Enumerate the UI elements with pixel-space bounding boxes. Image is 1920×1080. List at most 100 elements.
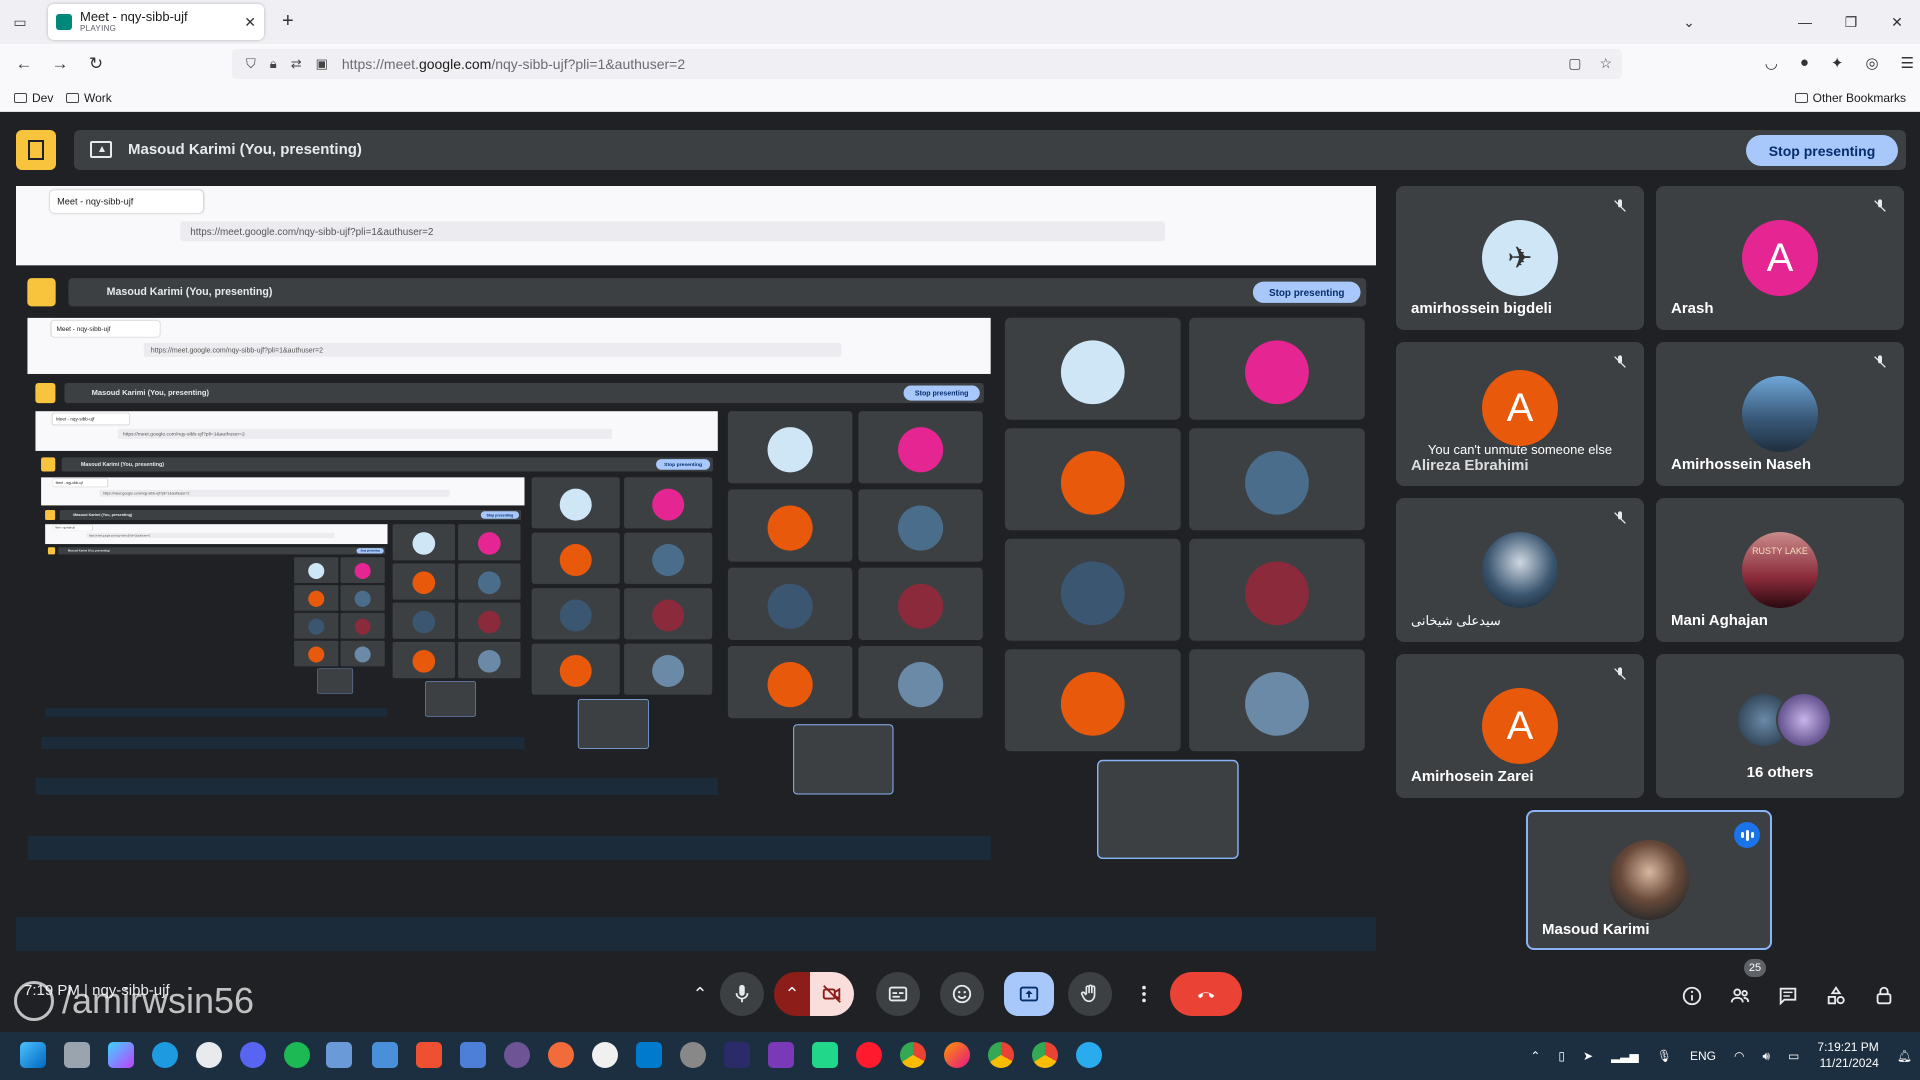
- people-icon[interactable]: [1724, 980, 1756, 1012]
- discord-icon[interactable]: [240, 1042, 266, 1068]
- notepad-icon[interactable]: [372, 1042, 398, 1068]
- other-bookmarks[interactable]: Other Bookmarks: [1794, 91, 1906, 105]
- bookmark-folder-dev[interactable]: Dev: [14, 91, 53, 105]
- files-icon[interactable]: [326, 1042, 352, 1068]
- bookmark-star-icon[interactable]: ☆: [1599, 55, 1612, 72]
- new-tab-icon[interactable]: +: [282, 10, 294, 33]
- present-screen-button[interactable]: [1004, 972, 1054, 1016]
- chart-app-icon[interactable]: [460, 1042, 486, 1068]
- nested-avatar: [412, 532, 436, 555]
- restore-icon[interactable]: ❐: [1828, 14, 1874, 31]
- activities-icon[interactable]: [1820, 980, 1852, 1012]
- nested-participant-tile: [458, 602, 521, 639]
- host-controls-lock-icon[interactable]: [1868, 980, 1900, 1012]
- close-window-icon[interactable]: ✕: [1874, 14, 1920, 31]
- wifi-icon[interactable]: ◠: [1734, 1049, 1744, 1063]
- nested-scale: Meet - nqy-sibb-ujf https://meet.google.c…: [35, 411, 718, 796]
- lock-icon[interactable]: 🔒︎: [270, 56, 277, 72]
- more-options-button[interactable]: [1126, 972, 1162, 1016]
- windows-start-icon[interactable]: [20, 1042, 46, 1068]
- forward-icon[interactable]: →: [42, 54, 78, 74]
- nested-url: https://meet.google.com/nqy-sibb-ujf?pli…: [143, 342, 842, 357]
- chrome-icon[interactable]: [900, 1042, 926, 1068]
- nested-presenting-bar: Masoud Karimi (You, presenting) Stop pres…: [64, 383, 984, 404]
- notifications-icon[interactable]: 🔔︎: [1897, 1049, 1912, 1063]
- participant-tile[interactable]: A You can't unmute someone else Alireza …: [1396, 342, 1644, 486]
- opera-icon[interactable]: [856, 1042, 882, 1068]
- participant-tile[interactable]: RUSTY LAKE Mani Aghajan: [1656, 498, 1904, 642]
- pycharm-icon[interactable]: [812, 1042, 838, 1068]
- chrome-dev-icon[interactable]: [1032, 1042, 1058, 1068]
- tray-overflow-icon[interactable]: ⌃: [1530, 1049, 1540, 1063]
- bookmark-folder-work[interactable]: Work: [66, 91, 112, 105]
- extensions-icon[interactable]: ✦: [1831, 54, 1844, 72]
- telegram-icon[interactable]: [1076, 1042, 1102, 1068]
- minimize-icon[interactable]: —: [1782, 14, 1828, 30]
- vscode-icon[interactable]: [636, 1042, 662, 1068]
- app-icon[interactable]: [196, 1042, 222, 1068]
- leave-call-button[interactable]: [1170, 972, 1242, 1016]
- url-bar[interactable]: ⛉ 🔒︎ ⇄ ▣ https://meet.google.com/nqy-sib…: [232, 49, 1622, 79]
- presenting-bar: Masoud Karimi (You, presenting) Stop pre…: [14, 128, 1906, 170]
- screen-share-indicator-icon[interactable]: ▢: [1568, 55, 1581, 72]
- usb-icon[interactable]: ▯: [1558, 1049, 1565, 1063]
- reload-icon[interactable]: ↻: [78, 54, 114, 74]
- copilot-icon[interactable]: [108, 1042, 134, 1068]
- language-indicator[interactable]: ENG: [1690, 1049, 1716, 1063]
- firefox-icon[interactable]: [944, 1042, 970, 1068]
- menu-icon[interactable]: ☰: [1901, 54, 1914, 72]
- meeting-details-icon[interactable]: [1676, 980, 1708, 1012]
- nested-meet-logo-icon: [35, 383, 56, 404]
- video-options-chevron[interactable]: ⌃: [774, 972, 810, 1016]
- phpstorm-icon[interactable]: [768, 1042, 794, 1068]
- nested-url: https://meet.google.com/nqy-sibb-ujf?pli…: [117, 428, 612, 439]
- stop-presenting-button[interactable]: Stop presenting: [1746, 135, 1898, 166]
- account-avatar-icon[interactable]: ●: [1800, 54, 1809, 72]
- audio-options-chevron[interactable]: ⌃: [682, 972, 718, 1016]
- settings-icon[interactable]: [680, 1042, 706, 1068]
- participant-tile[interactable]: A Amirhosein Zarei: [1396, 654, 1644, 798]
- volume-icon[interactable]: 🔊︎: [1762, 1049, 1770, 1064]
- self-view-tile[interactable]: Masoud Karimi: [1526, 810, 1772, 950]
- others-tile[interactable]: 16 others: [1656, 654, 1904, 798]
- postman-icon[interactable]: [548, 1042, 574, 1068]
- emoji-reactions-button[interactable]: [940, 972, 984, 1016]
- participant-tile[interactable]: Amirhossein Naseh: [1656, 342, 1904, 486]
- telegram-tray-icon[interactable]: ➤: [1583, 1049, 1593, 1063]
- nested-participant-tile: [531, 532, 620, 584]
- pocket-icon[interactable]: ◡: [1765, 54, 1778, 72]
- openai-icon[interactable]: [592, 1042, 618, 1068]
- captions-button[interactable]: [876, 972, 920, 1016]
- permissions-icon[interactable]: ⇄: [291, 56, 302, 72]
- mic-tray-icon[interactable]: 🎙︎: [1657, 1049, 1672, 1063]
- webstorm-icon[interactable]: [724, 1042, 750, 1068]
- close-tab-icon[interactable]: ✕: [244, 14, 256, 31]
- nested-avatar: [308, 562, 325, 580]
- participant-tile[interactable]: ✈ amirhossein bigdeli: [1396, 186, 1644, 330]
- chat-icon[interactable]: [1772, 980, 1804, 1012]
- camera-off-button[interactable]: [810, 972, 854, 1016]
- edge-icon[interactable]: [152, 1042, 178, 1068]
- battery-icon[interactable]: ▭: [1788, 1049, 1799, 1063]
- nested-taskbar: [35, 777, 718, 796]
- task-view-icon[interactable]: [64, 1042, 90, 1068]
- chrome-canary-icon[interactable]: [988, 1042, 1014, 1068]
- microphone-button[interactable]: [720, 972, 764, 1016]
- back-icon[interactable]: ←: [6, 54, 42, 74]
- tab-overflow-chevron-icon[interactable]: ⌄: [1666, 14, 1712, 31]
- git-icon[interactable]: [416, 1042, 442, 1068]
- tab-list-icon[interactable]: ▭: [0, 0, 40, 44]
- shield-icon[interactable]: ⛉: [246, 56, 256, 72]
- browser-tab-meet[interactable]: Meet - nqy-sibb-ujf PLAYING ✕: [48, 4, 264, 40]
- github-icon[interactable]: [504, 1042, 530, 1068]
- spotify-icon[interactable]: [284, 1042, 310, 1068]
- network-bars-icon[interactable]: ▂▃▅: [1611, 1049, 1639, 1063]
- taskbar-clock[interactable]: 7:19:21 PM 11/21/2024: [1817, 1040, 1878, 1071]
- browser-nav-bar: ← → ↻ ⛉ 🔒︎ ⇄ ▣ https://meet.google.com/n…: [0, 44, 1920, 84]
- raise-hand-button[interactable]: [1068, 972, 1112, 1016]
- participant-tile[interactable]: A Arash: [1656, 186, 1904, 330]
- camera-permission-icon[interactable]: ▣: [316, 56, 328, 72]
- nested-participant-tile: [294, 612, 339, 639]
- sync-icon[interactable]: ◎: [1865, 54, 1878, 72]
- participant-tile[interactable]: سیدعلی شیخانی: [1396, 498, 1644, 642]
